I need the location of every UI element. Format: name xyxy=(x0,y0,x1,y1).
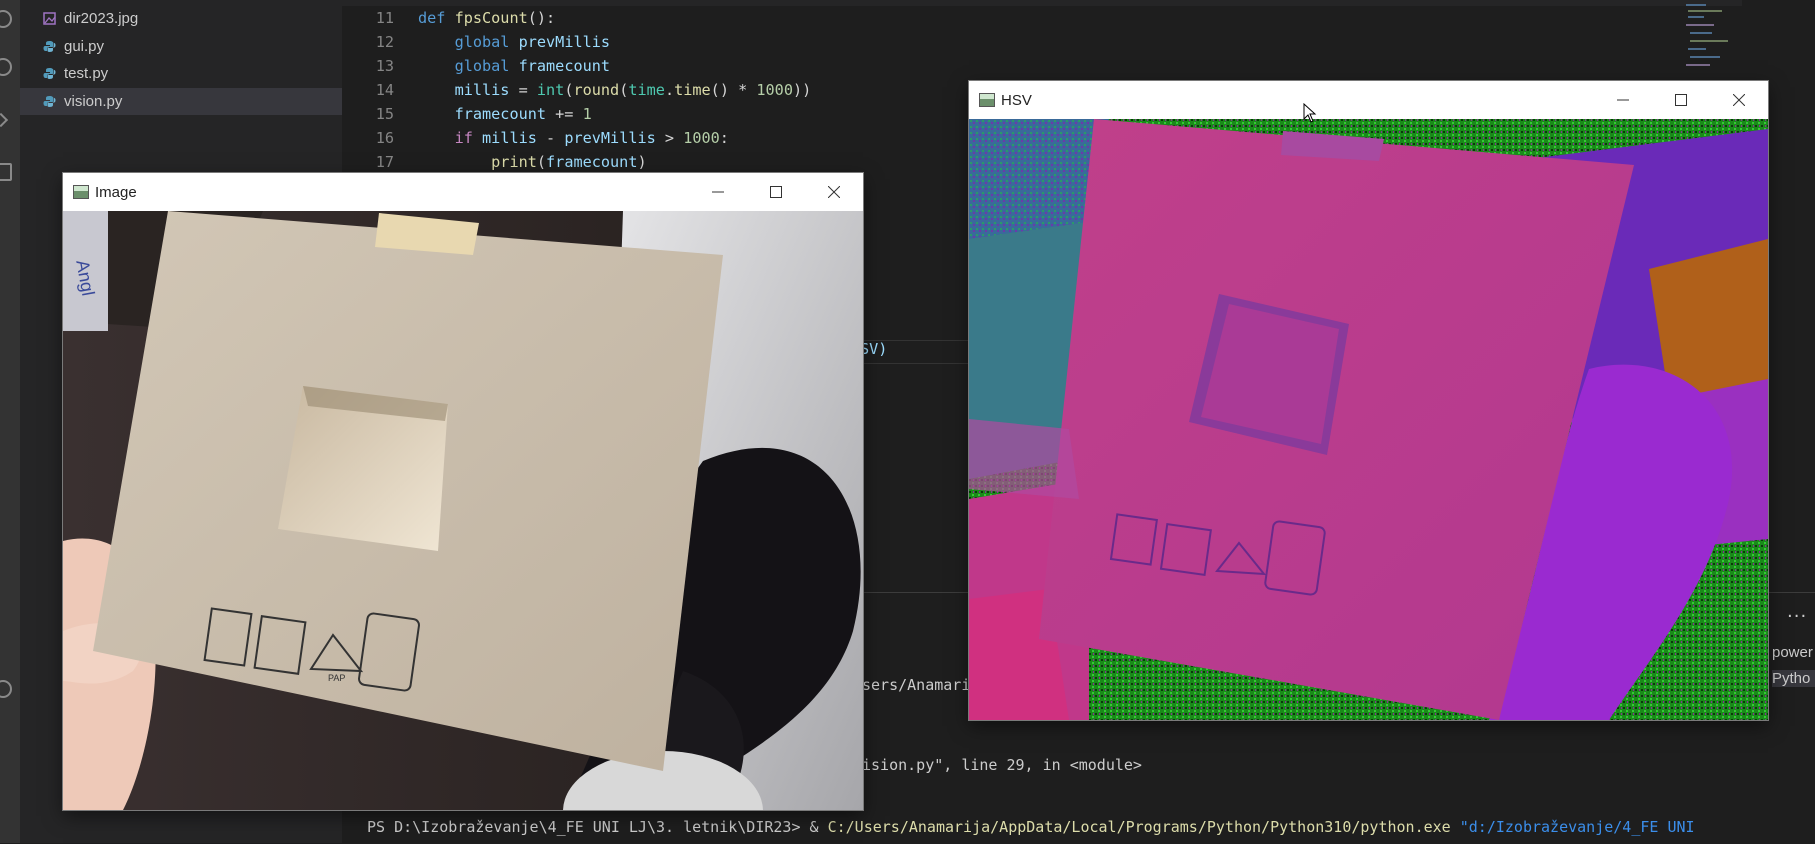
hsv-frame-image xyxy=(969,119,1768,720)
extensions-icon[interactable] xyxy=(0,163,12,181)
terminal-text: sers/Anamari xyxy=(862,676,971,694)
file-item-test[interactable]: test.py xyxy=(20,60,342,87)
code-line: 14 millis = int(round(time.time() * 1000… xyxy=(375,81,812,99)
app-icon xyxy=(979,93,995,107)
minimize-button[interactable] xyxy=(1594,81,1652,119)
account-icon[interactable] xyxy=(0,680,12,698)
file-item-gui[interactable]: gui.py xyxy=(20,33,342,60)
file-name: test.py xyxy=(64,65,109,82)
file-name: gui.py xyxy=(64,38,105,55)
minimize-button[interactable] xyxy=(689,173,747,211)
svg-text:PAP: PAP xyxy=(328,673,345,683)
file-name: vision.py xyxy=(64,93,123,110)
terminal-command-line: PS D:\Izobraževanje\4_FE UNI LJ\3. letni… xyxy=(367,818,1695,836)
mouse-cursor-icon xyxy=(1303,103,1317,123)
app-icon xyxy=(73,185,89,199)
maximize-icon xyxy=(770,186,782,198)
terminal-text: ision.py", line 29, in <module> xyxy=(862,756,1142,774)
code-line: 12 global prevMillis xyxy=(375,33,611,51)
terminal-tab-python[interactable]: Pytho xyxy=(1772,670,1815,687)
code-line: 16 if millis - prevMillis > 1000: xyxy=(375,129,729,147)
image-window[interactable]: Image Angl PAP xyxy=(63,173,863,810)
minimize-icon xyxy=(1617,99,1629,101)
image-file-icon xyxy=(42,12,56,26)
window-title: HSV xyxy=(1001,91,1032,109)
maximize-button[interactable] xyxy=(1652,81,1710,119)
code-line: 13 global framecount xyxy=(375,57,611,75)
code-fragment: SV) xyxy=(860,340,888,358)
activity-bar xyxy=(0,0,20,843)
close-icon xyxy=(1733,94,1745,106)
maximize-icon xyxy=(1675,94,1687,106)
close-button[interactable] xyxy=(805,173,863,211)
file-name: dir2023.jpg xyxy=(64,10,139,27)
code-line: 15 framecount += 1 xyxy=(375,105,592,123)
file-item-vision[interactable]: vision.py xyxy=(20,88,342,115)
hsv-window[interactable]: HSV xyxy=(969,81,1768,720)
close-icon xyxy=(828,186,840,198)
camera-frame-image: Angl PAP xyxy=(63,211,863,810)
maximize-button[interactable] xyxy=(747,173,805,211)
code-line: 17 print(framecount) xyxy=(375,153,647,171)
minimize-icon xyxy=(712,191,724,193)
close-button[interactable] xyxy=(1710,81,1768,119)
search-icon[interactable] xyxy=(0,58,12,76)
python-file-icon xyxy=(42,95,56,109)
file-item-dir2023[interactable]: dir2023.jpg xyxy=(20,5,342,32)
terminal-tab-powershell[interactable]: power xyxy=(1772,644,1815,661)
explorer-icon[interactable] xyxy=(0,10,12,28)
run-debug-icon[interactable] xyxy=(0,112,9,128)
python-file-icon xyxy=(42,40,56,54)
window-title: Image xyxy=(95,183,137,201)
hsv-window-titlebar[interactable]: HSV xyxy=(969,81,1768,119)
code-line: 11 def fpsCount(): xyxy=(375,9,556,27)
more-actions-icon[interactable]: ··· xyxy=(1787,606,1807,627)
image-window-titlebar[interactable]: Image xyxy=(63,173,863,211)
python-file-icon xyxy=(42,67,56,81)
